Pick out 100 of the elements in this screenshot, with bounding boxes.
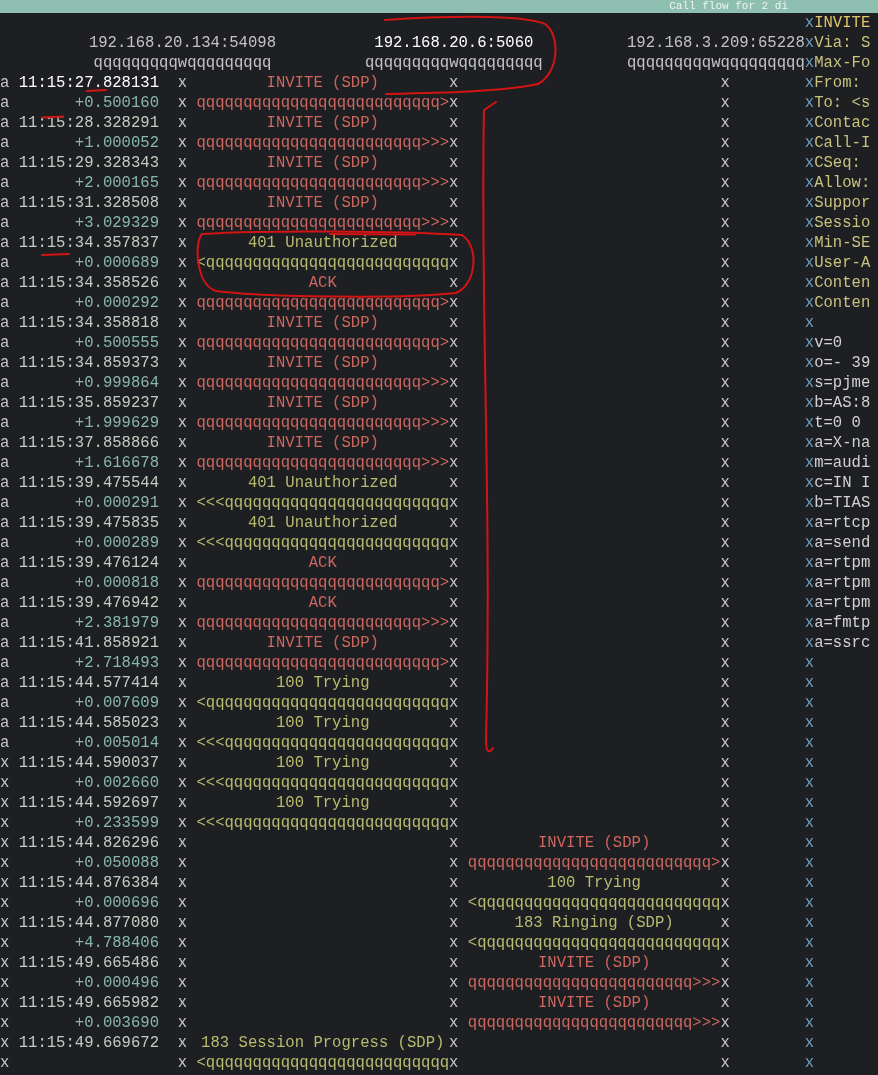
timestamp[interactable]: 11:15:28.328291 [18, 113, 160, 133]
lifeline-char: x [449, 353, 459, 373]
timestamp[interactable]: 11:15:39.475544 [18, 473, 160, 493]
timestamp[interactable]: 11:15:49.665982 [18, 993, 160, 1013]
message-label[interactable]: ACK [196, 553, 450, 573]
timestamp[interactable]: 11:15:41.858921 [18, 633, 160, 653]
lifeline-char: x [177, 353, 188, 373]
timestamp[interactable]: 11:15:34.358526 [18, 273, 160, 293]
timestamp[interactable]: 11:15:44.592697 [18, 793, 160, 813]
lifeline-char: x [177, 573, 188, 593]
border-char: x [804, 153, 815, 173]
row-marker: a [0, 553, 10, 573]
lifeline-char: x [720, 553, 730, 573]
timestamp[interactable]: 11:15:44.876384 [18, 873, 160, 893]
message-label[interactable]: 100 Trying [196, 713, 450, 733]
lifeline-char: x [177, 533, 188, 553]
message-label[interactable]: INVITE (SDP) [196, 353, 450, 373]
sip-message-line: v=0 [814, 333, 843, 353]
lifeline-char: x [449, 713, 459, 733]
message-arrow: <<<qqqqqqqqqqqqqqqqqqqqqqqq [196, 533, 450, 553]
border-char: x [804, 133, 815, 153]
lifeline-char: x [449, 213, 459, 233]
timestamp[interactable]: 11:15:44.877080 [18, 913, 160, 933]
time-delta: +0.002660 [74, 773, 160, 793]
timestamp[interactable]: 11:15:34.859373 [18, 353, 160, 373]
lifeline-char: x [177, 853, 188, 873]
row-marker: x [0, 793, 10, 813]
lifeline-char: x [720, 773, 730, 793]
lifeline-char: x [720, 953, 730, 973]
timestamp[interactable]: 11:15:49.669672 [18, 1033, 160, 1053]
lifeline-char: x [177, 873, 188, 893]
message-label[interactable]: 100 Trying [196, 793, 450, 813]
row-marker: a [0, 253, 10, 273]
message-label[interactable]: INVITE (SDP) [196, 313, 450, 333]
timestamp[interactable]: 11:15:34.358818 [18, 313, 160, 333]
border-char: x [804, 113, 815, 133]
sip-message-line: Via: S [814, 33, 871, 53]
message-label[interactable]: 100 Trying [467, 873, 721, 893]
message-label[interactable]: 183 Ringing (SDP) [467, 913, 721, 933]
lifeline-char: x [177, 433, 188, 453]
timestamp[interactable]: 11:15:39.476124 [18, 553, 160, 573]
message-label[interactable]: ACK [196, 273, 450, 293]
message-label[interactable]: 401 Unauthorized [196, 233, 450, 253]
lifeline-char: x [720, 473, 730, 493]
lifeline-char: x [449, 653, 459, 673]
lifeline-char: x [449, 913, 459, 933]
row-marker: a [0, 333, 10, 353]
timestamp[interactable]: 11:15:39.475835 [18, 513, 160, 533]
message-label[interactable]: INVITE (SDP) [196, 433, 450, 453]
lifeline-char: x [720, 433, 730, 453]
message-label[interactable]: INVITE (SDP) [196, 393, 450, 413]
timestamp[interactable]: 11:15:44.585023 [18, 713, 160, 733]
row-marker: a [0, 293, 10, 313]
timestamp[interactable]: 11:15:39.476942 [18, 593, 160, 613]
border-char: x [804, 513, 815, 533]
lifeline-char: x [449, 553, 459, 573]
lifeline-char: x [177, 233, 188, 253]
border-char: x [804, 473, 815, 493]
message-label[interactable]: INVITE (SDP) [467, 833, 721, 853]
lifeline-char: x [177, 633, 188, 653]
message-label[interactable]: INVITE (SDP) [467, 953, 721, 973]
lifeline-char: x [177, 693, 188, 713]
timestamp[interactable]: 11:15:27.828131 [18, 73, 160, 93]
border-char: x [804, 893, 815, 913]
message-label[interactable]: 401 Unauthorized [196, 473, 450, 493]
message-label[interactable]: ACK [196, 593, 450, 613]
timestamp[interactable]: 11:15:37.858866 [18, 433, 160, 453]
timestamp[interactable]: 11:15:35.859237 [18, 393, 160, 413]
message-label[interactable]: INVITE (SDP) [196, 633, 450, 653]
timestamp[interactable]: 11:15:29.328343 [18, 153, 160, 173]
message-label[interactable]: INVITE (SDP) [196, 193, 450, 213]
lifeline-char: x [177, 1053, 188, 1073]
message-label[interactable]: 100 Trying [196, 753, 450, 773]
timestamp[interactable]: 11:15:31.328508 [18, 193, 160, 213]
border-char: x [804, 373, 815, 393]
sip-message-line: a=fmtp [814, 613, 871, 633]
timestamp[interactable]: 11:15:49.665486 [18, 953, 160, 973]
row-marker: x [0, 1013, 10, 1033]
timestamp[interactable]: 11:15:44.577414 [18, 673, 160, 693]
row-marker: a [0, 133, 10, 153]
sip-message-line: CSeq: [814, 153, 861, 173]
lifeline-char: x [177, 413, 188, 433]
participant-address: 192.168.20.134:54098 [87, 33, 278, 53]
message-label[interactable]: 401 Unauthorized [196, 513, 450, 533]
timestamp[interactable]: 11:15:44.590037 [18, 753, 160, 773]
timestamp[interactable]: 11:15:44.826296 [18, 833, 160, 853]
message-label[interactable]: INVITE (SDP) [196, 73, 450, 93]
lifeline-char: x [177, 173, 188, 193]
message-label[interactable]: 100 Trying [196, 673, 450, 693]
lifeline-char: x [720, 153, 730, 173]
row-marker: a [0, 573, 10, 593]
message-label[interactable]: 183 Session Progress (SDP) [196, 1033, 450, 1053]
row-marker: x [0, 993, 10, 1013]
message-label[interactable]: INVITE (SDP) [467, 993, 721, 1013]
timestamp[interactable]: 11:15:34.357837 [18, 233, 160, 253]
lifeline-char: x [177, 813, 188, 833]
message-label[interactable]: INVITE (SDP) [196, 153, 450, 173]
message-label[interactable]: INVITE (SDP) [196, 113, 450, 133]
lifeline-char: x [720, 573, 730, 593]
lifeline-char: x [449, 753, 459, 773]
